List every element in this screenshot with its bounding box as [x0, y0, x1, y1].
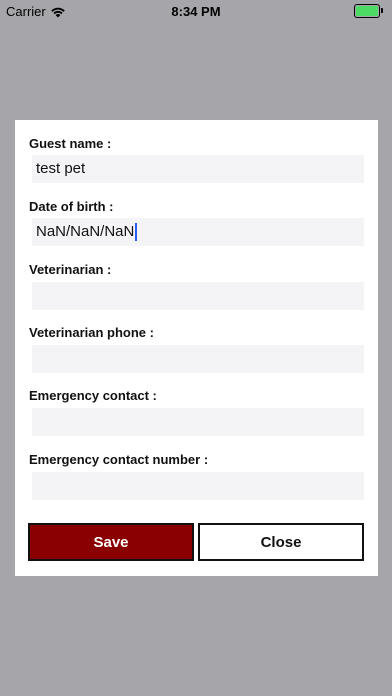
save-button[interactable]: Save: [28, 523, 194, 561]
date-of-birth-field[interactable]: NaN/NaN/NaN: [32, 218, 364, 246]
close-button[interactable]: Close: [198, 523, 364, 561]
status-bar: Carrier 8:34 PM: [0, 0, 392, 22]
emergency-contact-label: Emergency contact :: [29, 388, 157, 403]
emergency-contact-number-field[interactable]: [32, 472, 364, 500]
guest-info-modal: Guest name : test pet Date of birth : Na…: [15, 120, 378, 576]
veterinarian-phone-field[interactable]: [32, 345, 364, 373]
date-of-birth-label: Date of birth :: [29, 199, 114, 214]
date-of-birth-value: NaN/NaN/NaN: [36, 223, 135, 240]
guest-name-label: Guest name :: [29, 136, 112, 151]
guest-name-value: test pet: [36, 160, 86, 177]
veterinarian-field[interactable]: [32, 282, 364, 310]
battery-icon: [354, 4, 383, 18]
veterinarian-label: Veterinarian :: [29, 262, 112, 277]
battery-indicator: [354, 4, 383, 18]
save-button-label: Save: [93, 533, 129, 551]
text-cursor: [135, 223, 138, 242]
emergency-contact-number-label: Emergency contact number :: [29, 452, 209, 467]
close-button-label: Close: [260, 533, 302, 551]
status-time: 8:34 PM: [171, 4, 221, 19]
emergency-contact-field[interactable]: [32, 408, 364, 436]
veterinarian-phone-label: Veterinarian phone :: [29, 325, 154, 340]
guest-name-field[interactable]: test pet: [32, 155, 364, 183]
